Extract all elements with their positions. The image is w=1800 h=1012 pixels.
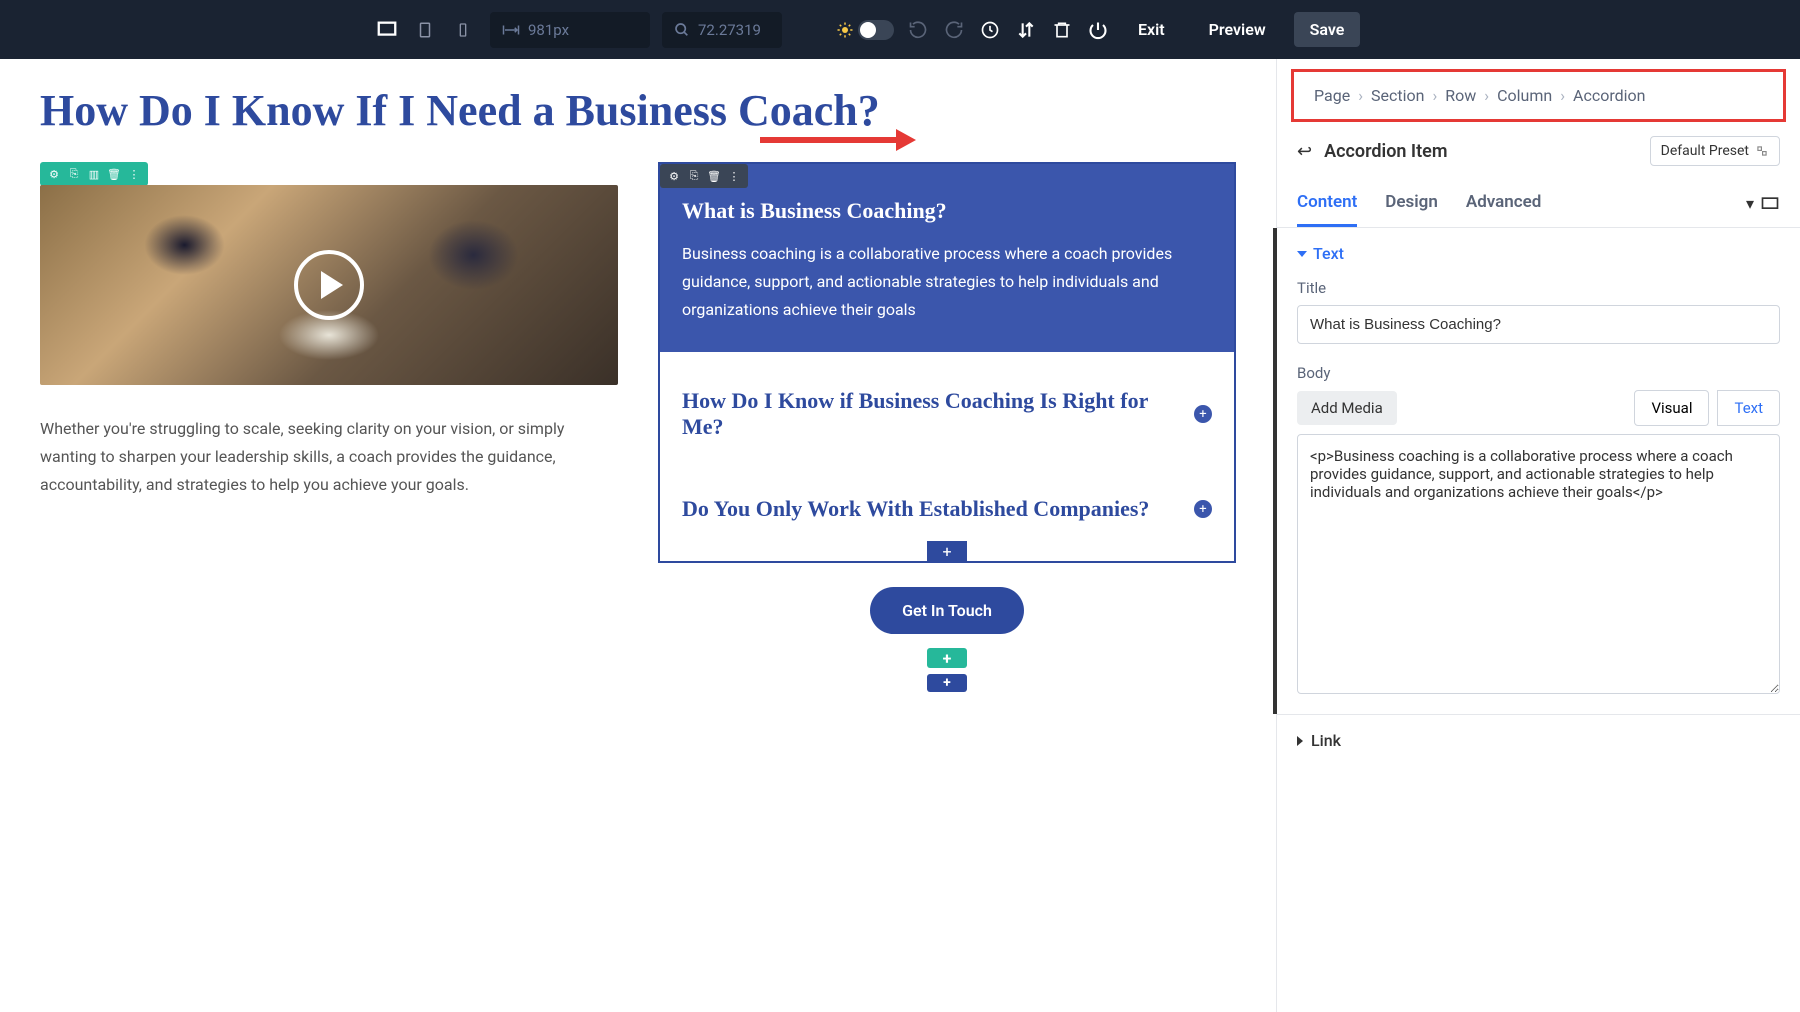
desktop-icon[interactable] (1760, 194, 1780, 214)
title-field-label: Title (1297, 279, 1780, 297)
more-icon[interactable]: ⋮ (126, 166, 142, 182)
accordion-item-closed[interactable]: How Do I Know if Business Coaching Is Ri… (660, 368, 1234, 460)
theme-toggle[interactable] (836, 20, 894, 40)
device-group (372, 15, 478, 45)
add-row-button[interactable]: + (927, 674, 967, 692)
trash-icon[interactable]: 🗑 (706, 168, 722, 184)
title-input[interactable] (1297, 305, 1780, 344)
canvas-width-input[interactable]: 981px (490, 12, 650, 48)
accordion-body: Business coaching is a collaborative pro… (682, 240, 1212, 324)
mobile-device-icon[interactable] (448, 15, 478, 45)
zoom-input[interactable]: 72.27319 (662, 12, 782, 48)
visual-tab[interactable]: Visual (1634, 390, 1709, 426)
video-thumbnail[interactable] (40, 185, 618, 385)
chevron-right-icon: › (1432, 86, 1437, 105)
columns-icon[interactable]: ▥ (86, 166, 102, 182)
gear-icon[interactable]: ⚙ (46, 166, 62, 182)
accordion-module: ⚙ ⎘ 🗑 ⋮ What is Business Coaching? Busin… (658, 162, 1236, 563)
top-toolbar: 981px 72.27319 Exit Preview Save (0, 0, 1800, 59)
add-item-button[interactable]: + (927, 541, 967, 561)
tab-advanced[interactable]: Advanced (1466, 180, 1542, 227)
link-section-label: Link (1311, 731, 1341, 750)
breadcrumb-item[interactable]: Row (1445, 86, 1476, 105)
triangle-down-icon (1297, 251, 1307, 257)
back-arrow-icon[interactable]: ↩ (1297, 141, 1312, 162)
body-textarea[interactable] (1297, 434, 1780, 694)
chevron-right-icon: › (1484, 86, 1489, 105)
zoom-value: 72.27319 (698, 21, 761, 39)
desktop-device-icon[interactable] (372, 15, 402, 45)
more-icon[interactable]: ⋮ (726, 168, 742, 184)
sort-icon[interactable] (1014, 18, 1038, 42)
triangle-right-icon (1297, 736, 1303, 746)
accordion-title: How Do I Know if Business Coaching Is Ri… (682, 388, 1178, 440)
preset-button[interactable]: Default Preset (1650, 136, 1780, 166)
left-column: ⚙ ⎘ ▥ 🗑 ⋮ Whether you're struggling to s… (40, 162, 618, 692)
tab-design[interactable]: Design (1385, 180, 1438, 227)
duplicate-icon[interactable]: ⎘ (66, 166, 82, 182)
section-toggle-text[interactable]: Text (1297, 244, 1780, 263)
text-tab[interactable]: Text (1717, 390, 1780, 426)
breadcrumb-item[interactable]: Accordion (1573, 86, 1645, 105)
accordion-title: Do You Only Work With Established Compan… (682, 496, 1149, 522)
breadcrumb-item[interactable]: Section (1371, 86, 1424, 105)
exit-button[interactable]: Exit (1122, 12, 1181, 47)
undo-icon[interactable] (906, 18, 930, 42)
redo-icon[interactable] (942, 18, 966, 42)
accordion-item-closed[interactable]: Do You Only Work With Established Compan… (660, 476, 1234, 542)
tablet-device-icon[interactable] (410, 15, 440, 45)
history-icon[interactable] (978, 18, 1002, 42)
tab-content[interactable]: Content (1297, 180, 1357, 227)
chevron-right-icon: › (1560, 86, 1565, 105)
expand-icon[interactable]: + (1194, 500, 1212, 518)
module-controls-accordion[interactable]: ⚙ ⎘ 🗑 ⋮ (660, 164, 748, 188)
right-column: ⚙ ⎘ 🗑 ⋮ What is Business Coaching? Busin… (658, 162, 1236, 692)
chevron-down-icon[interactable]: ▾ (1746, 194, 1754, 213)
section-label: Text (1313, 244, 1344, 263)
settings-sidebar: Page › Section › Row › Column › Accordio… (1276, 59, 1800, 1012)
breadcrumb-item[interactable]: Column (1497, 86, 1552, 105)
module-controls-video[interactable]: ⚙ ⎘ ▥ 🗑 ⋮ (40, 162, 148, 186)
chevron-right-icon: › (1358, 86, 1363, 105)
gear-icon[interactable]: ⚙ (666, 168, 682, 184)
play-button-icon[interactable] (294, 250, 364, 320)
body-field-label: Body (1297, 364, 1780, 382)
width-value: 981px (528, 21, 569, 39)
trash-icon[interactable]: 🗑 (106, 166, 122, 182)
settings-tabs: Content Design Advanced ▾ (1277, 180, 1800, 228)
breadcrumb: Page › Section › Row › Column › Accordio… (1291, 69, 1786, 122)
add-media-button[interactable]: Add Media (1297, 391, 1397, 425)
annotation-arrow (760, 137, 900, 143)
save-button[interactable]: Save (1294, 12, 1361, 47)
section-toggle-link[interactable]: Link (1277, 714, 1800, 766)
editor-canvas: How Do I Know If I Need a Business Coach… (0, 59, 1276, 1012)
add-module-button[interactable]: + (927, 648, 967, 668)
page-title: How Do I Know If I Need a Business Coach… (40, 83, 1236, 138)
accordion-item-open[interactable]: ⚙ ⎘ 🗑 ⋮ What is Business Coaching? Busin… (660, 164, 1234, 352)
preset-label: Default Preset (1661, 143, 1749, 159)
left-body-text: Whether you're struggling to scale, seek… (40, 415, 618, 499)
preview-button[interactable]: Preview (1193, 12, 1282, 47)
power-icon[interactable] (1086, 18, 1110, 42)
trash-icon[interactable] (1050, 18, 1074, 42)
accordion-title: What is Business Coaching? (682, 198, 1212, 224)
breadcrumb-item[interactable]: Page (1314, 86, 1350, 105)
cta-button[interactable]: Get In Touch (870, 587, 1024, 634)
duplicate-icon[interactable]: ⎘ (686, 168, 702, 184)
panel-title: Accordion Item (1324, 141, 1447, 162)
expand-icon[interactable]: + (1194, 405, 1212, 423)
